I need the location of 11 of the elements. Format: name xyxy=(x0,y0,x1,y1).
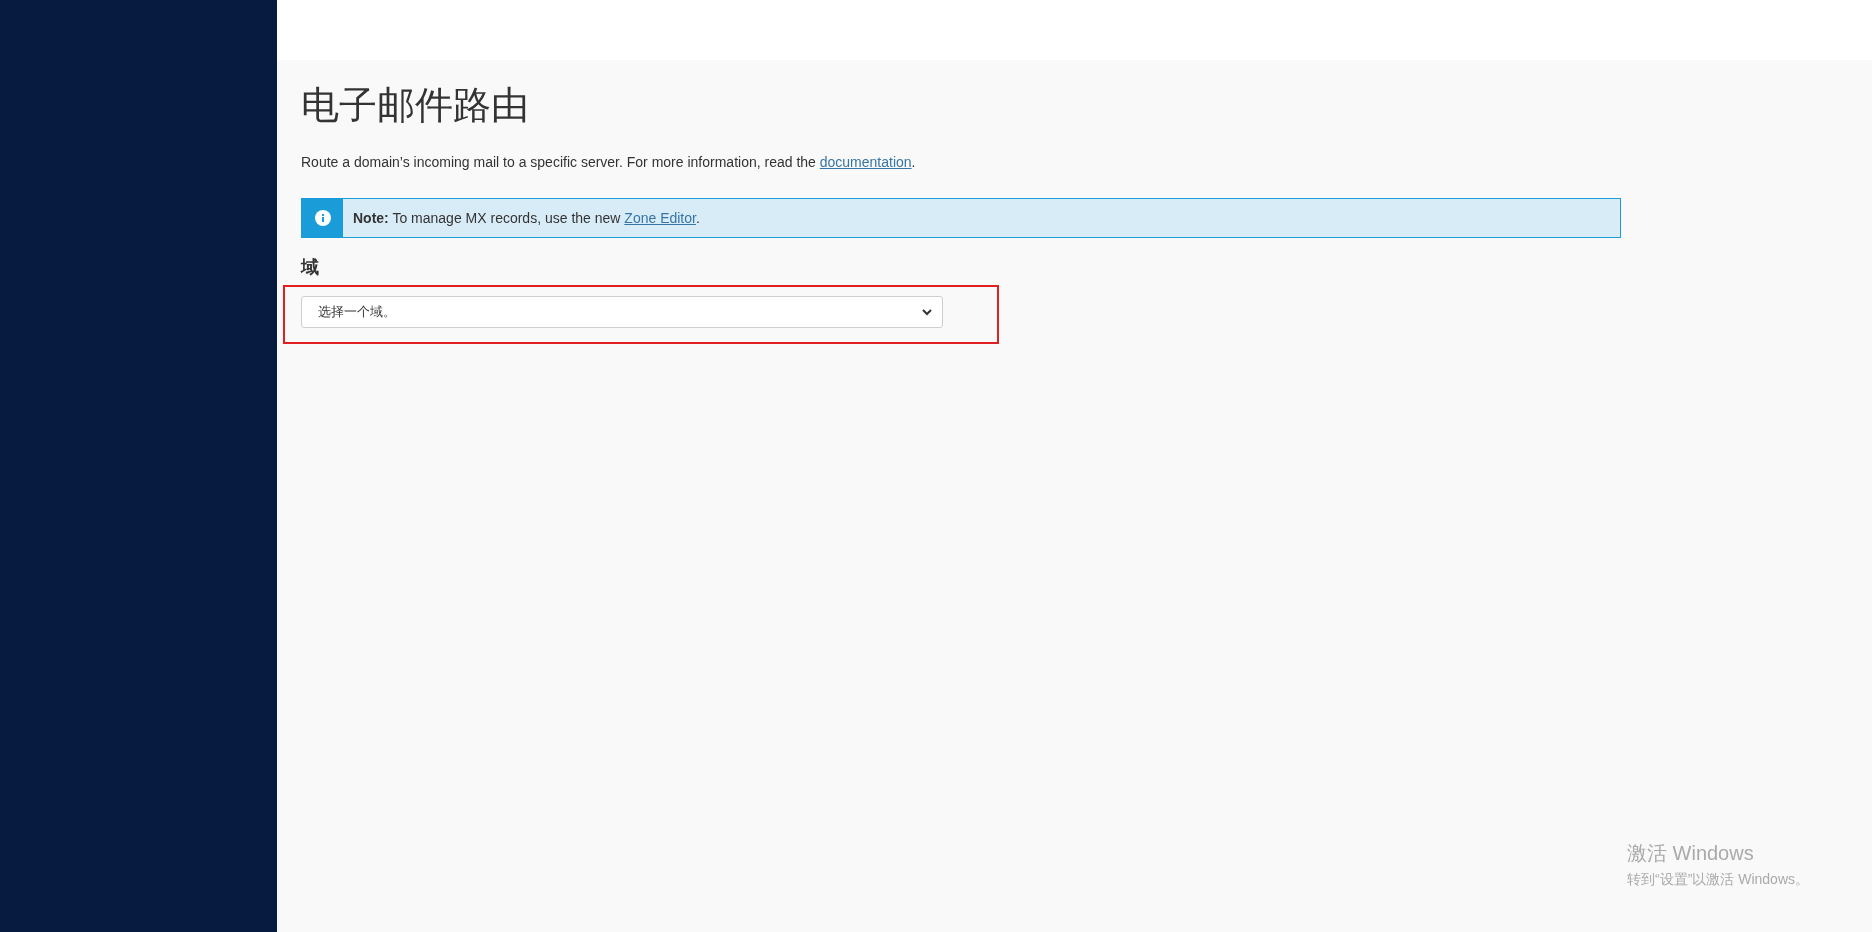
documentation-link[interactable]: documentation xyxy=(819,154,912,170)
activation-subtitle: 转到“设置”以激活 Windows。 xyxy=(1627,871,1809,889)
page-title: 电子邮件路由 xyxy=(301,83,530,128)
field-label: 域 xyxy=(301,256,320,279)
activation-title: 激活 Windows xyxy=(1627,841,1755,866)
caret-icon xyxy=(922,308,932,316)
description-text: Route a domain’s incoming mail to a specific server. For more information, read the documentation. xyxy=(301,154,917,170)
note-text: Note: To manage MX records, use the new Zone Editor. xyxy=(353,210,700,226)
zone-editor-link[interactable]: Zone Editor xyxy=(624,210,696,226)
info-icon xyxy=(314,210,331,226)
domain-dropdown[interactable]: 选择一个域。 xyxy=(301,296,943,328)
